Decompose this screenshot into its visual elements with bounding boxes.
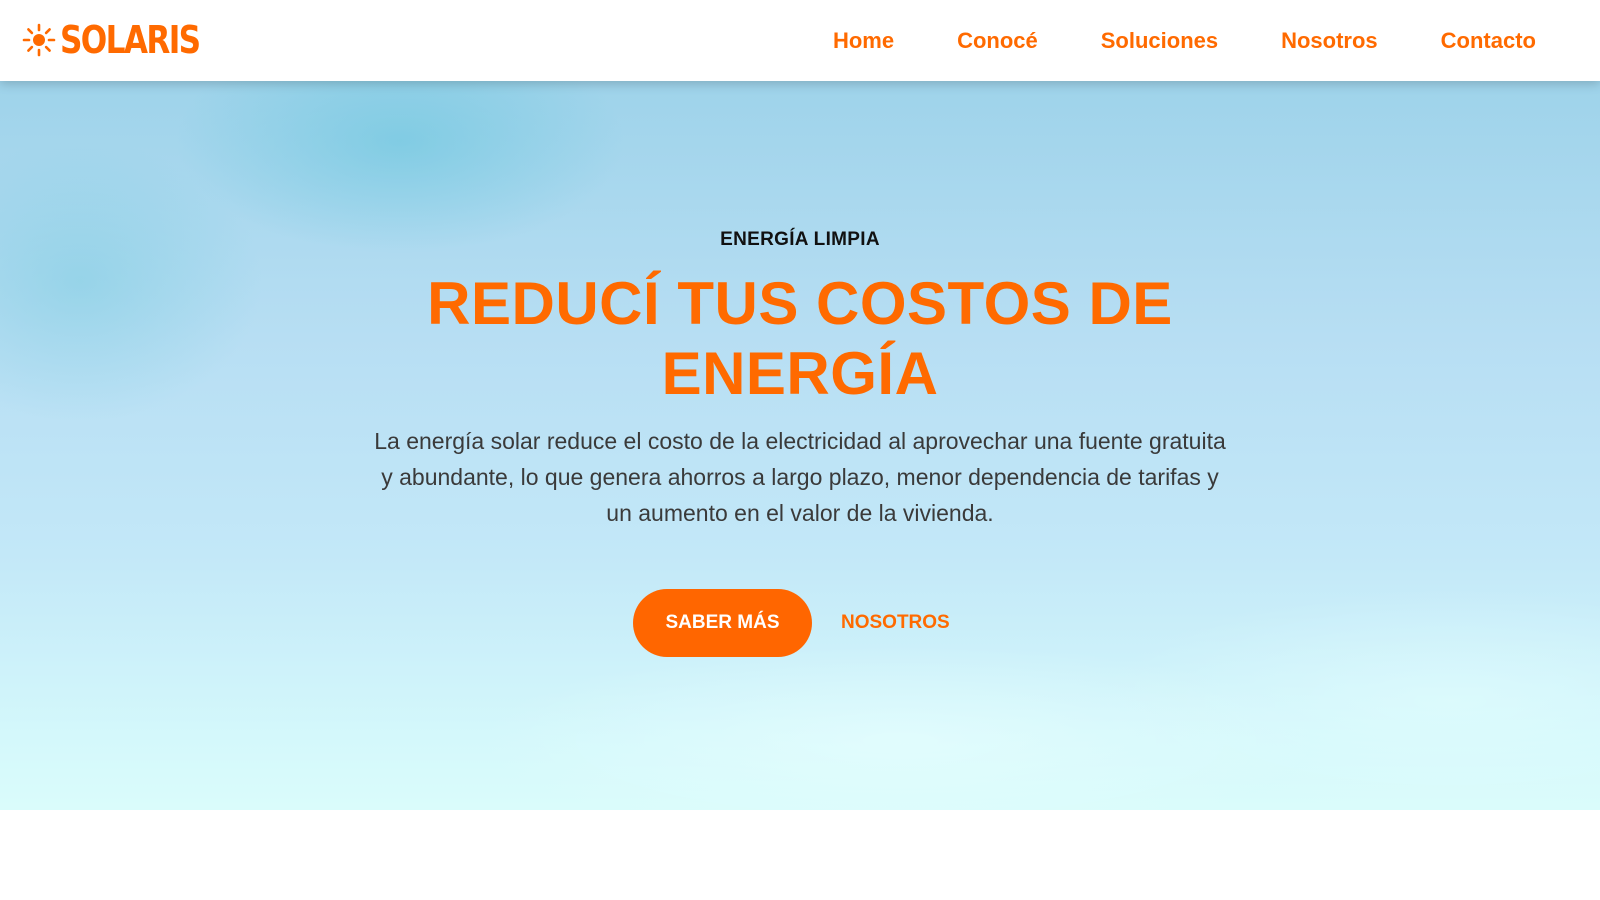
- hero-description: La energía solar reduce el costo de la e…: [374, 428, 1226, 526]
- nav-item-nosotros[interactable]: Nosotros: [1281, 28, 1378, 54]
- sun-icon: [22, 23, 56, 57]
- brand-name: SOLARIS: [60, 18, 201, 62]
- hero-section: ENERGÍA LIMPIA REDUCÍ TUS COSTOS DE ENER…: [0, 81, 1600, 810]
- site-header: SOLARIS Home Conocé Soluciones Nosotros …: [0, 0, 1600, 81]
- nav-item-conoce[interactable]: Conocé: [957, 28, 1038, 54]
- brand-logo[interactable]: SOLARIS: [22, 20, 230, 60]
- saber-mas-button[interactable]: SABER MÁS: [633, 589, 812, 657]
- nosotros-link[interactable]: NOSOTROS: [841, 589, 950, 657]
- hero-eyebrow: ENERGÍA LIMPIA: [720, 229, 880, 250]
- main-nav: Home Conocé Soluciones Nosotros Contacto: [833, 0, 1536, 81]
- nav-item-home[interactable]: Home: [833, 28, 894, 54]
- hero-title: REDUCÍ TUS COSTOS DE ENERGÍA: [427, 270, 1173, 407]
- nav-item-soluciones[interactable]: Soluciones: [1101, 28, 1218, 54]
- nav-item-contacto[interactable]: Contacto: [1441, 28, 1536, 54]
